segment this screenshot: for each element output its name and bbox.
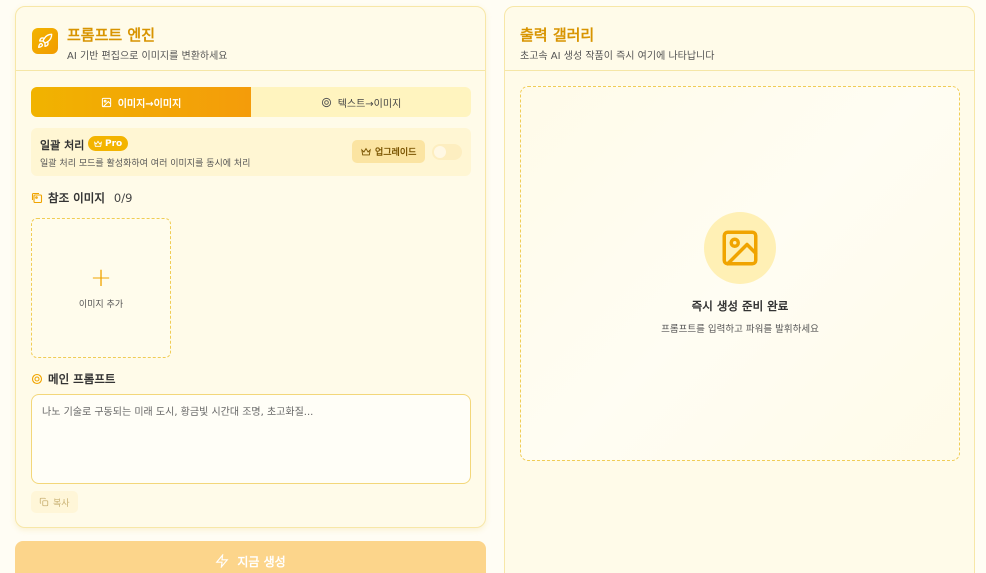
prompt-engine-panel: 프롬프트 엔진 AI 기반 편집으로 이미지를 변환하세요 이미지→이미지 텍스… — [15, 6, 486, 528]
bolt-icon — [215, 554, 229, 568]
reference-images-count: 0/9 — [113, 191, 133, 205]
gallery-empty-area: 즉시 생성 준비 완료 프롬프트를 입력하고 파워를 발휘하세요 — [520, 86, 960, 461]
gallery-empty-subtitle: 프롬프트를 입력하고 파워를 발휘하세요 — [661, 324, 819, 335]
pro-badge-label: Pro — [105, 138, 123, 149]
batch-title: 일괄 처리 — [40, 139, 85, 152]
mode-tabs: 이미지→이미지 텍스트→이미지 — [31, 87, 471, 117]
output-gallery-title: 출력 갤러리 — [520, 26, 595, 44]
images-icon — [31, 192, 43, 204]
copy-button-label: 복사 — [53, 498, 70, 509]
tab-text-to-image-label: 텍스트→이미지 — [337, 98, 402, 110]
main-prompt-input[interactable] — [31, 394, 471, 484]
add-image-label: 이미지 추가 — [78, 299, 124, 310]
image-icon — [101, 97, 111, 107]
gallery-empty-title: 즉시 생성 준비 완료 — [691, 299, 789, 313]
gallery-image-icon — [704, 212, 776, 284]
tab-text-to-image[interactable]: 텍스트→이미지 — [251, 87, 471, 117]
batch-processing-box: 일괄 처리 Pro 일괄 처리 모드를 활성화하여 여러 이미지를 동시에 처리… — [31, 128, 471, 176]
output-gallery-subtitle: 초고속 AI 생성 작품이 즉시 여기에 나타납니다 — [520, 51, 715, 62]
copy-icon — [39, 497, 49, 507]
rocket-icon — [32, 28, 58, 54]
generate-button-label: 지금 생성 — [237, 554, 286, 569]
pro-badge: Pro — [88, 136, 129, 151]
output-gallery-panel: 출력 갤러리 초고속 AI 생성 작품이 즉시 여기에 나타납니다 즉시 생성 … — [504, 6, 975, 573]
tab-image-to-image[interactable]: 이미지→이미지 — [31, 87, 251, 117]
prompt-engine-title: 프롬프트 엔진 — [67, 26, 156, 44]
crown-icon — [94, 140, 102, 147]
batch-toggle[interactable] — [432, 144, 462, 160]
main-prompt-title: 메인 프롬프트 — [48, 372, 116, 386]
main-prompt-label: 메인 프롬프트 — [31, 371, 115, 387]
copy-button[interactable]: 복사 — [31, 491, 78, 513]
crown-icon — [361, 147, 371, 155]
batch-description: 일괄 처리 모드를 활성화하여 여러 이미지를 동시에 처리 — [40, 159, 251, 169]
upgrade-button[interactable]: 업그레이드 — [352, 140, 426, 163]
prompt-engine-subtitle: AI 기반 편집으로 이미지를 변환하세요 — [67, 51, 228, 62]
reference-images-label: 참조 이미지 0/9 — [31, 190, 132, 206]
sparkle-icon — [321, 97, 331, 107]
sparkle-icon — [31, 373, 43, 385]
tab-image-to-image-label: 이미지→이미지 — [117, 98, 182, 110]
upgrade-button-label: 업그레이드 — [375, 148, 417, 158]
prompt-engine-header: 프롬프트 엔진 AI 기반 편집으로 이미지를 변환하세요 — [16, 7, 485, 71]
output-gallery-header: 출력 갤러리 초고속 AI 생성 작품이 즉시 여기에 나타납니다 — [505, 7, 974, 71]
generate-button[interactable]: 지금 생성 — [15, 541, 486, 573]
reference-images-title: 참조 이미지 — [48, 191, 105, 205]
add-image-button[interactable]: + 이미지 추가 — [31, 218, 171, 358]
plus-icon: + — [90, 262, 112, 293]
